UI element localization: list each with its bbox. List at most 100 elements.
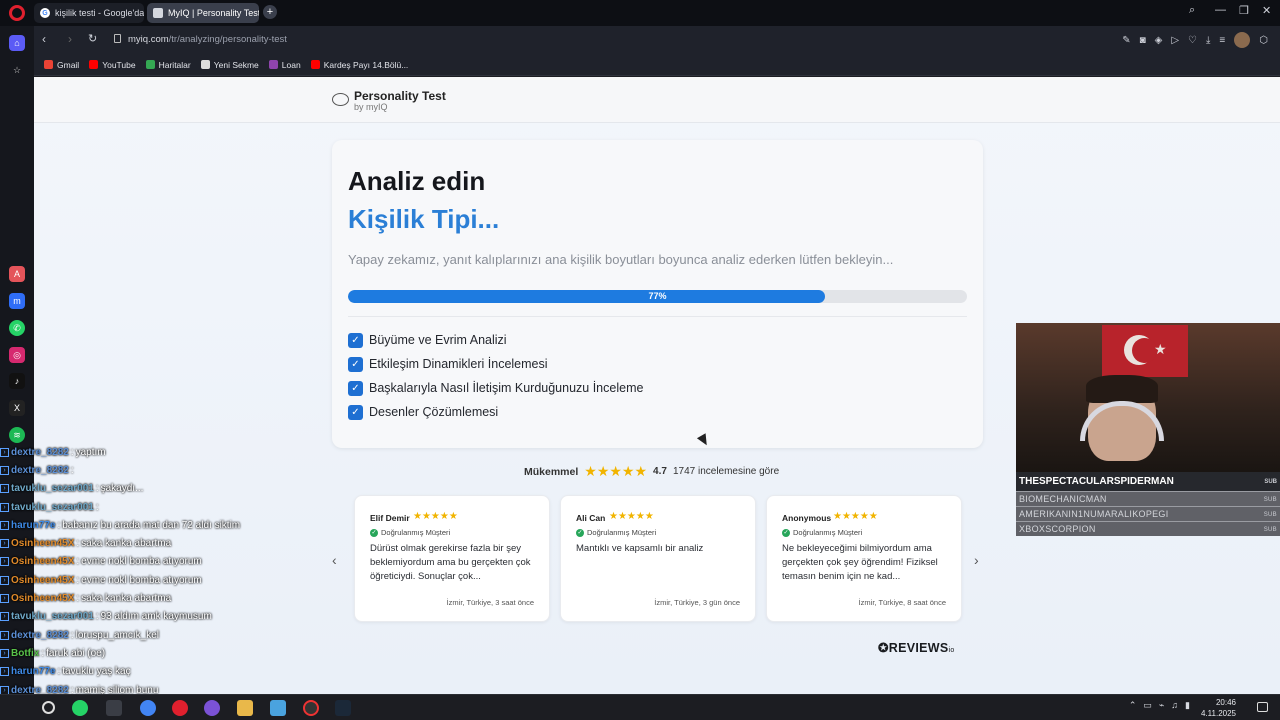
tab-myiq[interactable]: MyIQ | Personality Test An (147, 3, 259, 23)
search-tabs-icon[interactable]: ⌕ (1189, 4, 1195, 17)
network-icon[interactable]: ⌁ (1159, 700, 1164, 711)
chat-badge-icon: › (0, 484, 9, 494)
file-explorer-icon[interactable] (237, 700, 253, 716)
checkbox-checked-icon: ✓ (348, 356, 363, 372)
tab-google-search[interactable]: G kişilik testi - Google'da Ar (34, 3, 144, 23)
chat-message: › dextre_8282 : loruspu_amcık_kel (0, 626, 300, 644)
download-icon[interactable]: ⤓ (1206, 35, 1210, 46)
chrome-icon[interactable] (140, 700, 156, 716)
whatsapp-icon[interactable] (72, 700, 88, 716)
maps-icon (145, 60, 155, 69)
webcam-overlay: ★ (1016, 323, 1280, 472)
step-item: ✓ Büyüme ve Evrim Analizi (348, 328, 643, 352)
bookmark-gmail[interactable]: Gmail (44, 60, 79, 70)
shield-icon[interactable]: ◈ (1155, 35, 1163, 46)
chat-badge-icon: › (0, 465, 9, 475)
rating-stars-icon: ★★★★★ (584, 463, 648, 479)
carousel-next-icon[interactable]: › (974, 552, 979, 568)
aria-icon[interactable]: A (9, 266, 25, 282)
reviews-io-logo[interactable]: ✪REVIEWSio (878, 640, 955, 655)
verified-badge: ✓ Doğrulanmış Müşteri (576, 528, 657, 537)
tab-label: kişilik testi - Google'da Ar (55, 8, 144, 18)
subscriber-name: BIOMECHANICMAN SUB (1016, 491, 1280, 506)
home-icon[interactable]: ⌂ (9, 35, 25, 51)
spotify-icon[interactable]: ≋ (9, 427, 25, 443)
back-icon[interactable]: ‹ (42, 32, 46, 46)
chat-message: › Osinheen45X : saka kanka abartma (0, 589, 300, 607)
chat-message: › Osinheen45X : evme nokl bomba atıyorum (0, 553, 300, 571)
tiktok-icon[interactable]: ♪ (9, 373, 25, 389)
discord-icon[interactable] (204, 700, 220, 716)
chat-username: dextre_8282 (11, 464, 69, 476)
heart-icon[interactable]: ♡ (1188, 35, 1197, 46)
review-meta: İzmir, Türkiye, 8 saat önce (858, 598, 946, 607)
messenger-icon[interactable]: m (9, 293, 25, 309)
top-subscriber: THESPECTACULARSPIDERMAN SUB (1016, 472, 1280, 491)
edit-icon[interactable]: ✎ (1122, 35, 1130, 46)
turkish-flag-icon: ★ (1102, 325, 1188, 377)
reload-icon[interactable]: ↻ (88, 32, 97, 45)
instagram-icon[interactable]: ◎ (9, 347, 25, 363)
opera-icon[interactable] (172, 700, 188, 716)
bookmark-maps[interactable]: Haritalar (145, 60, 191, 70)
chat-badge-icon: › (0, 667, 9, 677)
verified-check-icon: ✓ (370, 528, 378, 537)
chat-username: Osinheen45X (11, 556, 75, 568)
reviewer-name: Elif Demir (370, 513, 410, 523)
opera-logo-icon[interactable] (9, 5, 25, 21)
monitor-icon[interactable]: ▭ (1143, 700, 1152, 711)
chat-text: faruk abi (oe) (46, 647, 106, 659)
whatsapp-icon[interactable]: ✆ (9, 320, 25, 336)
chat-message: › harun77e : babanız bu arada mat dan 72 … (0, 516, 300, 534)
chat-badge-icon: › (0, 630, 9, 640)
review-text: Mantıklı ve kapsamlı bir analiz (576, 543, 704, 554)
chevron-up-icon[interactable]: ⌃ (1129, 700, 1137, 711)
chat-badge-icon: › (0, 539, 9, 549)
clock[interactable]: 20:46 4.11.2025 (1201, 697, 1236, 719)
chat-message: › Botfix : faruk abi (oe) (0, 644, 300, 662)
search-icon[interactable] (42, 701, 55, 714)
close-window-icon[interactable]: ✕ (1262, 4, 1271, 17)
settings-icon[interactable] (270, 700, 286, 716)
bookmark-youtube[interactable]: YouTube (89, 60, 136, 70)
progress-bar: 77% (348, 290, 967, 303)
bookmark-kardes-payi[interactable]: Kardeş Payı 14.Bölü... (310, 60, 408, 70)
play-icon[interactable]: ▷ (1171, 35, 1179, 46)
brand-title[interactable]: Personality Test (354, 89, 446, 103)
maximize-icon[interactable]: ❐ (1239, 4, 1249, 17)
profile-avatar[interactable] (1234, 32, 1251, 48)
menu-icon[interactable]: ≡ (1219, 35, 1225, 46)
steam-icon[interactable] (335, 700, 351, 716)
url-field[interactable]: myiq.com/tr/analyzing/personality-test (128, 34, 287, 45)
forward-icon[interactable]: › (68, 32, 72, 46)
step-item: ✓ Etkileşim Dinamikleri İncelemesi (348, 352, 643, 376)
chat-badge-icon: › (0, 502, 9, 512)
review-stars-icon: ★★★★★ (609, 511, 654, 522)
x-icon[interactable]: X (9, 400, 25, 416)
minimize-icon[interactable]: — (1215, 4, 1226, 16)
extensions-icon[interactable]: ⬡ (1259, 35, 1268, 46)
review-card: Anonymous ★★★★★ ✓ Doğrulanmış Müşteri Ne … (766, 495, 962, 622)
chat-text: evme nokl bomba atıyorum (81, 574, 202, 586)
chat-username: dextre_8282 (11, 446, 69, 458)
chat-username: Osinheen45X (11, 538, 75, 550)
volume-icon[interactable]: ♫ (1171, 700, 1178, 711)
obs-icon[interactable] (303, 700, 319, 716)
chat-overlay: › dextre_8282 : yaptım › dextre_8282 : › tav… (0, 443, 300, 717)
new-tab-button[interactable]: + (263, 5, 277, 19)
carousel-prev-icon[interactable]: ‹ (332, 552, 337, 568)
myiq-favicon-icon (153, 8, 163, 18)
chat-username: tavuklu_sezar001 (11, 483, 94, 495)
camera-icon[interactable]: ◙ (1140, 35, 1146, 46)
bookmark-loan[interactable]: Loan (268, 60, 301, 70)
notification-icon[interactable] (1257, 702, 1268, 712)
subscriber-name: AMERIKANIN1NUMARALIKOPEGI SUB (1016, 506, 1280, 521)
app-icon[interactable] (106, 700, 122, 716)
star-icon[interactable]: ☆ (9, 62, 25, 78)
analysis-subheading: Kişilik Tipi... (348, 204, 500, 234)
address-bar: ‹ › ↻ myiq.com/tr/analyzing/personality-… (34, 26, 1280, 54)
checkbox-checked-icon: ✓ (348, 332, 363, 348)
battery-icon[interactable]: ▮ (1185, 700, 1190, 711)
bookmark-new-tab[interactable]: Yeni Sekme (200, 60, 259, 70)
chat-message: › tavuklu_sezar001 : şakaydı... (0, 480, 300, 498)
